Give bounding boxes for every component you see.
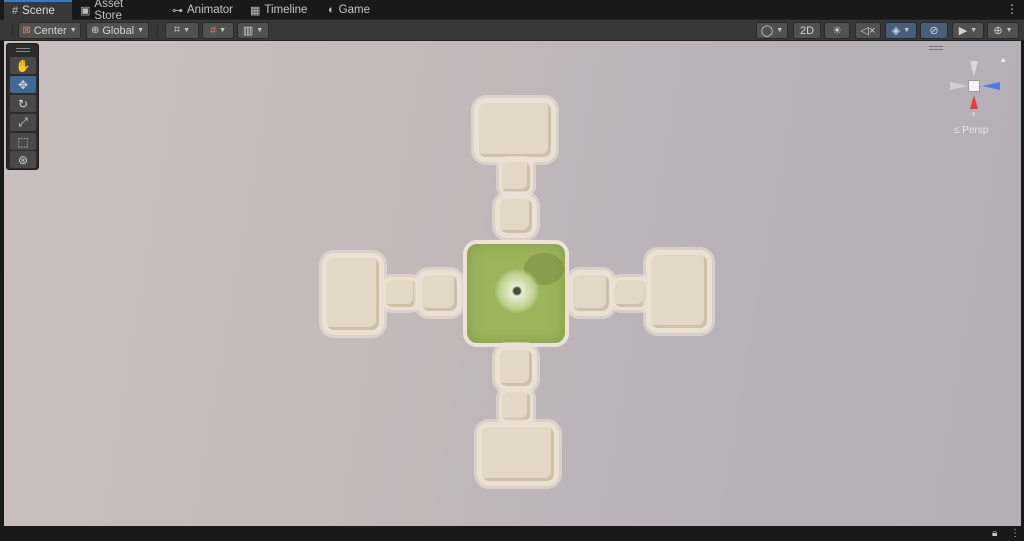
x-axis-cone[interactable] — [970, 95, 978, 109]
chevron-down-icon: ▼ — [970, 27, 978, 34]
scene-viewport[interactable]: ✋ ✥ ↻ ⤢ ⬚ ⊛ 🔒︎ x ≤ Persp — [4, 41, 1021, 526]
tab-scene-label: Scene — [22, 5, 55, 17]
room-tile-north[interactable] — [474, 98, 556, 162]
more-options-icon[interactable]: ⋮ — [1006, 2, 1018, 16]
shading-icon: ◯ — [760, 25, 774, 37]
globe-icon: ⊕ — [90, 25, 100, 36]
grid-visibility-icon: ▥ — [242, 25, 254, 37]
film-icon: ▦ — [250, 4, 261, 17]
corridor-tile[interactable] — [495, 194, 537, 238]
projection-toggle[interactable]: ≤ Persp — [954, 125, 988, 136]
corridor-tile[interactable] — [417, 270, 462, 316]
bag-icon: ▣ — [80, 4, 91, 17]
neg-x-axis-cone[interactable] — [950, 82, 968, 90]
z-axis-cone[interactable] — [982, 82, 1000, 90]
tab-game[interactable]: ◐ Game — [320, 0, 380, 20]
tab-game-label: Game — [338, 4, 370, 16]
drag-handle[interactable] — [16, 48, 30, 52]
grid-snap-button[interactable]: # ▼ — [202, 22, 234, 39]
persp-icon: ≤ — [954, 125, 960, 136]
corridor-tile[interactable] — [499, 159, 533, 195]
viewport-menu-icon[interactable] — [929, 46, 943, 50]
toolbar-divider — [157, 24, 158, 37]
corridor-tile[interactable] — [568, 270, 614, 316]
draw-mode-dropdown[interactable]: ◯ ▼ — [756, 22, 788, 39]
x-axis-label: x — [972, 111, 976, 118]
more-options-icon[interactable]: ⋮ — [1010, 528, 1020, 539]
rect-tool-icon[interactable]: ⬚ — [10, 133, 36, 150]
tab-timeline[interactable]: ▦ Timeline — [242, 0, 314, 20]
room-tile-south[interactable] — [477, 422, 559, 486]
tools-overlay: ✋ ✥ ↻ ⤢ ⬚ ⊛ — [6, 43, 39, 170]
pivot-icon: ⊠ — [22, 25, 31, 36]
tab-asset-store-label: Asset Store — [94, 0, 124, 22]
hidden-eye-icon: ⊘ — [929, 25, 939, 37]
grid-visibility-button[interactable]: ▥ ▼ — [237, 22, 269, 39]
layers-icon: ◈ — [891, 25, 901, 37]
chevron-down-icon: ▼ — [219, 27, 227, 34]
corridor-tile[interactable] — [383, 277, 419, 310]
chevron-down-icon: ▼ — [903, 27, 911, 34]
camera-settings-dropdown[interactable]: ▶ ▼ — [952, 22, 984, 39]
toolbar-divider — [12, 24, 13, 37]
hand-tool-icon[interactable]: ✋ — [10, 57, 36, 74]
toggle-2d-button[interactable]: 2D — [793, 22, 821, 39]
audio-toggle[interactable]: ◁× — [855, 22, 881, 39]
tree-object[interactable] — [494, 269, 540, 313]
chevron-down-icon: ▼ — [776, 27, 784, 34]
corridor-tile[interactable] — [612, 277, 649, 310]
projection-label: Persp — [962, 125, 989, 136]
tab-asset-store[interactable]: ▣ Asset Store — [72, 0, 156, 22]
chevron-down-icon: ▼ — [256, 27, 264, 34]
corridor-tile[interactable] — [495, 345, 537, 391]
chevron-down-icon: ▼ — [69, 27, 77, 34]
mute-icon: ◁× — [860, 25, 876, 37]
snap-increment-button[interactable]: ⌗ ▼ — [165, 22, 199, 39]
pivot-rotation-label: Global — [102, 24, 135, 37]
scale-tool-icon[interactable]: ⤢ — [10, 114, 36, 131]
orientation-gizmo[interactable]: 🔒︎ x ≤ Persp — [944, 55, 1005, 139]
corridor-tile[interactable] — [499, 389, 533, 424]
gizmo-center-cube[interactable] — [968, 80, 980, 92]
gamepad-icon: ◐ — [328, 4, 335, 16]
lock-icon[interactable]: 🔒︎ — [1001, 55, 1005, 65]
gizmos-dropdown[interactable]: ⊕ ▼ — [987, 22, 1019, 39]
tab-timeline-label: Timeline — [264, 4, 308, 16]
status-bar: 🔒︎ ⋮ — [0, 527, 1024, 541]
animator-icon: ⊶ — [172, 4, 183, 17]
snap-icon: ⌗ — [173, 24, 181, 36]
y-axis-cone[interactable] — [970, 61, 978, 77]
grid-icon: # — [12, 5, 19, 17]
gizmos-icon: ⊕ — [993, 25, 1003, 37]
camera-icon: ▶ — [958, 25, 968, 37]
scene-visibility-toggle[interactable]: ⊘ — [920, 22, 948, 39]
rotate-tool-icon[interactable]: ↻ — [10, 95, 36, 112]
toggle-2d-label: 2D — [799, 24, 815, 37]
pivot-mode-dropdown[interactable]: ⊠ Center ▼ — [18, 22, 81, 39]
pivot-mode-label: Center — [33, 24, 67, 37]
transform-tool-icon[interactable]: ⊛ — [10, 151, 36, 168]
scene-toolbar: ⊠ Center ▼ ⊕ Global ▼ ⌗ ▼ # ▼ ▥ ▼ ◯ ▼ 2D… — [0, 20, 1024, 41]
lock-icon[interactable]: 🔒︎ — [992, 528, 997, 539]
chevron-down-icon: ▼ — [183, 27, 191, 34]
room-tile-west[interactable] — [322, 253, 384, 335]
chevron-down-icon: ▼ — [137, 27, 145, 34]
room-tile-east[interactable] — [646, 250, 712, 333]
chevron-down-icon: ▼ — [1005, 27, 1013, 34]
grid-snap-icon: # — [209, 24, 217, 37]
lightbulb-icon: ☀ — [832, 25, 842, 37]
pivot-rotation-dropdown[interactable]: ⊕ Global ▼ — [86, 22, 149, 39]
tab-scene[interactable]: # Scene — [4, 0, 72, 20]
tab-animator-label: Animator — [187, 4, 234, 16]
move-tool-icon[interactable]: ✥ — [10, 76, 36, 93]
effects-dropdown[interactable]: ◈ ▼ — [885, 22, 917, 39]
lighting-toggle[interactable]: ☀ — [824, 22, 850, 39]
editor-tab-bar: # Scene ▣ Asset Store ⊶ Animator ▦ Timel… — [0, 0, 1024, 22]
tab-animator[interactable]: ⊶ Animator — [164, 0, 236, 20]
